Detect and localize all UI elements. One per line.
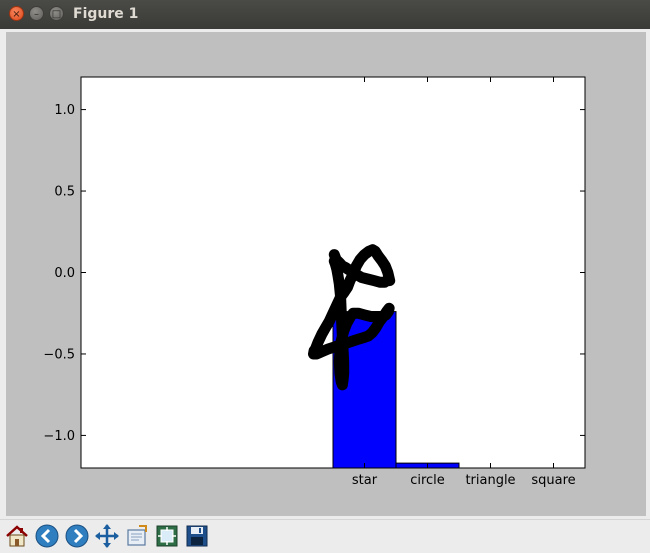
y-tick-label: −0.5 (43, 347, 75, 362)
maximize-window-button[interactable]: □ (49, 6, 64, 21)
y-tick-label: −1.0 (43, 429, 75, 444)
minimize-icon: – (34, 9, 39, 20)
subplots-config-icon (156, 525, 178, 547)
window-titlebar: × – □ Figure 1 (0, 0, 650, 29)
x-tick-label-star: star (352, 473, 378, 488)
zoom-rect-icon (127, 525, 147, 546)
window-title: Figure 1 (73, 6, 139, 22)
save-floppy-icon (186, 525, 208, 547)
chart-svg: 1.0 0.5 0.0 −0.5 −1.0 star circle triangle squar… (43, 76, 586, 488)
back-button[interactable] (34, 523, 60, 549)
navigation-toolbar (0, 519, 650, 553)
x-tick-label-triangle: triangle (465, 473, 515, 488)
save-button[interactable] (184, 523, 210, 549)
zoom-button[interactable] (124, 523, 150, 549)
y-tick-label: 1.0 (54, 103, 75, 118)
pan-button[interactable] (94, 523, 120, 549)
home-icon (6, 525, 28, 547)
pan-arrows-icon (95, 524, 119, 548)
maximize-icon: □ (51, 9, 62, 20)
minimize-window-button[interactable]: – (29, 6, 44, 21)
subplots-button[interactable] (154, 523, 180, 549)
close-window-button[interactable]: × (9, 6, 24, 21)
x-tick-label-circle: circle (410, 473, 445, 488)
x-tick-label-square: square (531, 473, 575, 488)
y-tick-label: 0.5 (54, 185, 75, 200)
home-button[interactable] (4, 523, 30, 549)
back-arrow-icon (35, 524, 59, 548)
y-tick-label: 0.0 (54, 266, 75, 281)
figure-canvas[interactable]: 1.0 0.5 0.0 −0.5 −1.0 star circle triangle squar… (6, 32, 646, 516)
close-icon: × (12, 9, 21, 20)
forward-arrow-icon (65, 524, 89, 548)
forward-button[interactable] (64, 523, 90, 549)
